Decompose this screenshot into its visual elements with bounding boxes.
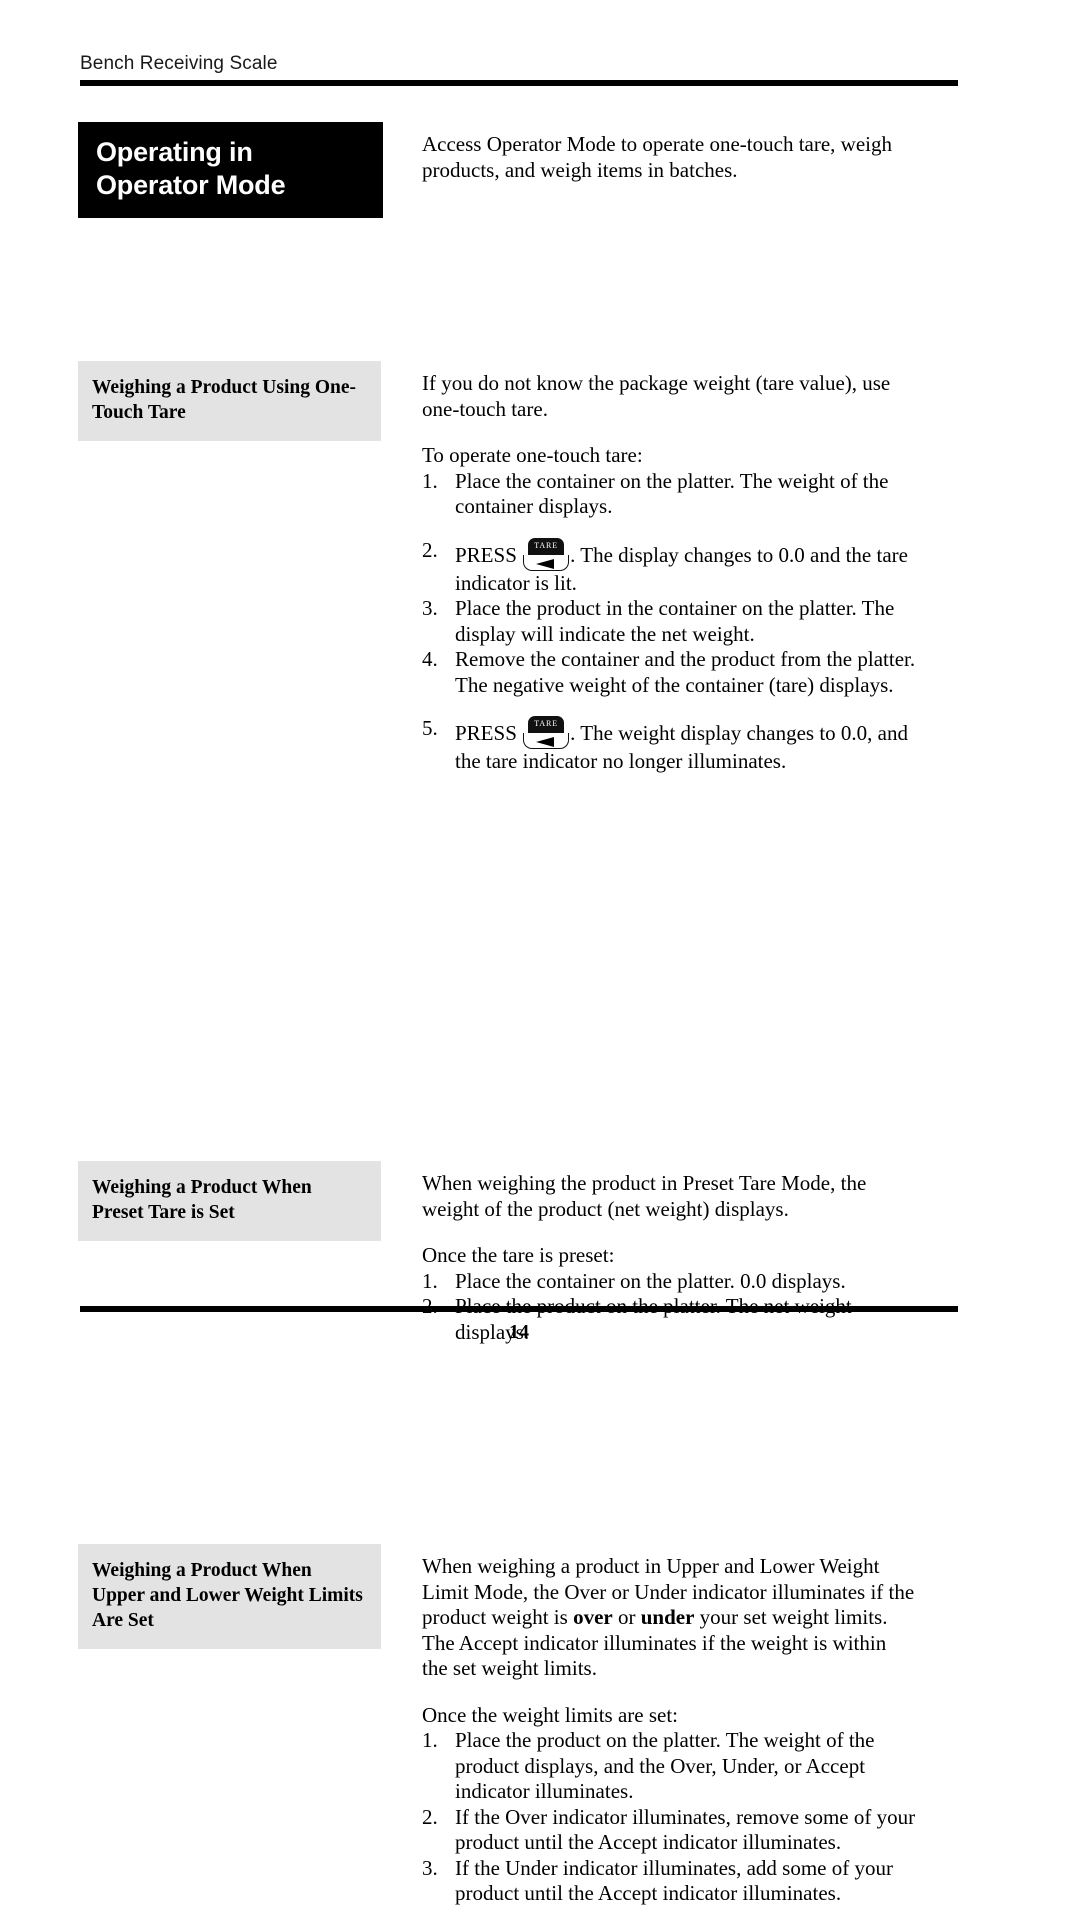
chapter-title-column: Operating in Operator Mode: [78, 122, 383, 218]
page-number: 14: [509, 1321, 529, 1343]
section-heading-box: Weighing a Product When Upper and Lower …: [78, 1544, 381, 1649]
section-heading-column: Weighing a Product Using One-Touch Tare: [78, 361, 383, 441]
chapter-title-box: Operating in Operator Mode: [78, 122, 383, 218]
step-text-before: PRESS: [455, 542, 523, 567]
chapter-intro-paragraph: Access Operator Mode to operate one-touc…: [422, 132, 892, 182]
step-number: 3.: [422, 1855, 438, 1880]
section-heading-column: Weighing a Product When Upper and Lower …: [78, 1544, 383, 1649]
section-one-touch-tare: Weighing a Product Using One-Touch Tare …: [0, 238, 1080, 773]
list-item: 2. PRESS TARE. The display changes to 0.…: [422, 520, 917, 597]
running-header-title: Bench Receiving Scale: [80, 53, 278, 74]
tare-key-icon: TARE: [523, 537, 570, 571]
section-lead-in: Once the weight limits are set:: [422, 1702, 679, 1727]
list-item: 1. Place the product on the platter. The…: [422, 1728, 917, 1805]
intro-text-part-2: or: [612, 1605, 641, 1629]
page-header: Bench Receiving Scale: [80, 52, 958, 86]
step-text: If the Over indicator illuminates, remov…: [455, 1804, 916, 1855]
section-heading-label: Weighing a Product When Upper and Lower …: [92, 1560, 363, 1631]
section-intro-paragraph: When weighing a product in Upper and Low…: [422, 1554, 917, 1682]
tare-key-label: TARE: [534, 540, 559, 550]
step-number: 2.: [422, 537, 438, 562]
section-preset-tare: Weighing a Product When Preset Tare is S…: [0, 638, 1080, 1344]
emphasis-over: over: [573, 1605, 613, 1629]
section-heading-box: Weighing a Product When Preset Tare is S…: [78, 1161, 381, 1241]
step-text: Place the product on the platter. The we…: [455, 1728, 875, 1803]
section-intro-paragraph: When weighing the product in Preset Tare…: [422, 1171, 867, 1221]
steps-list: 1. Place the product on the platter. The…: [422, 1728, 917, 1907]
step-number: 1.: [422, 1728, 438, 1752]
step-text: If the Under indicator illuminates, add …: [455, 1855, 893, 1906]
step-number: 2.: [422, 1804, 438, 1829]
page-footer: 14: [80, 1306, 958, 1344]
section-heading-column: Weighing a Product When Preset Tare is S…: [78, 1161, 383, 1241]
page-content: Operating in Operator Mode Access Operat…: [0, 118, 1080, 1905]
list-item: 1. Place the container on the platter. 0…: [422, 1269, 917, 1295]
step-text: Place the container on the platter. 0.0 …: [455, 1268, 846, 1293]
chapter-intro-column: Access Operator Mode to operate one-touc…: [422, 132, 917, 183]
step-number: 1.: [422, 1268, 438, 1293]
chapter-intro-section: Operating in Operator Mode Access Operat…: [0, 118, 1080, 238]
section-lead-in: Once the tare is preset:: [422, 1243, 615, 1267]
step-text: Place the container on the platter. The …: [455, 468, 889, 519]
section-lead-in: To operate one-touch tare:: [422, 443, 643, 467]
list-item: 3. If the Under indicator illuminates, a…: [422, 1856, 917, 1907]
section-intro-paragraph: If you do not know the package weight (t…: [422, 371, 891, 421]
header-rule: [80, 80, 958, 86]
step-number: 3.: [422, 596, 438, 620]
list-item: 1. Place the container on the platter. T…: [422, 469, 917, 520]
section-heading-label: Weighing a Product Using One-Touch Tare: [92, 377, 357, 423]
footer-rule: [80, 1306, 958, 1312]
list-item: 2. If the Over indicator illuminates, re…: [422, 1805, 917, 1856]
section-heading-box: Weighing a Product Using One-Touch Tare: [78, 361, 381, 441]
left-arrow-icon: [536, 558, 555, 569]
page-title: Operating in Operator Mode: [96, 137, 286, 200]
step-number: 1.: [422, 468, 438, 493]
section-weight-limits: Weighing a Product When Upper and Lower …: [0, 828, 1080, 1905]
section-heading-label: Weighing a Product When Preset Tare is S…: [92, 1177, 312, 1223]
emphasis-under: under: [640, 1605, 695, 1629]
section-body-column: When weighing a product in Upper and Low…: [422, 1554, 917, 1907]
